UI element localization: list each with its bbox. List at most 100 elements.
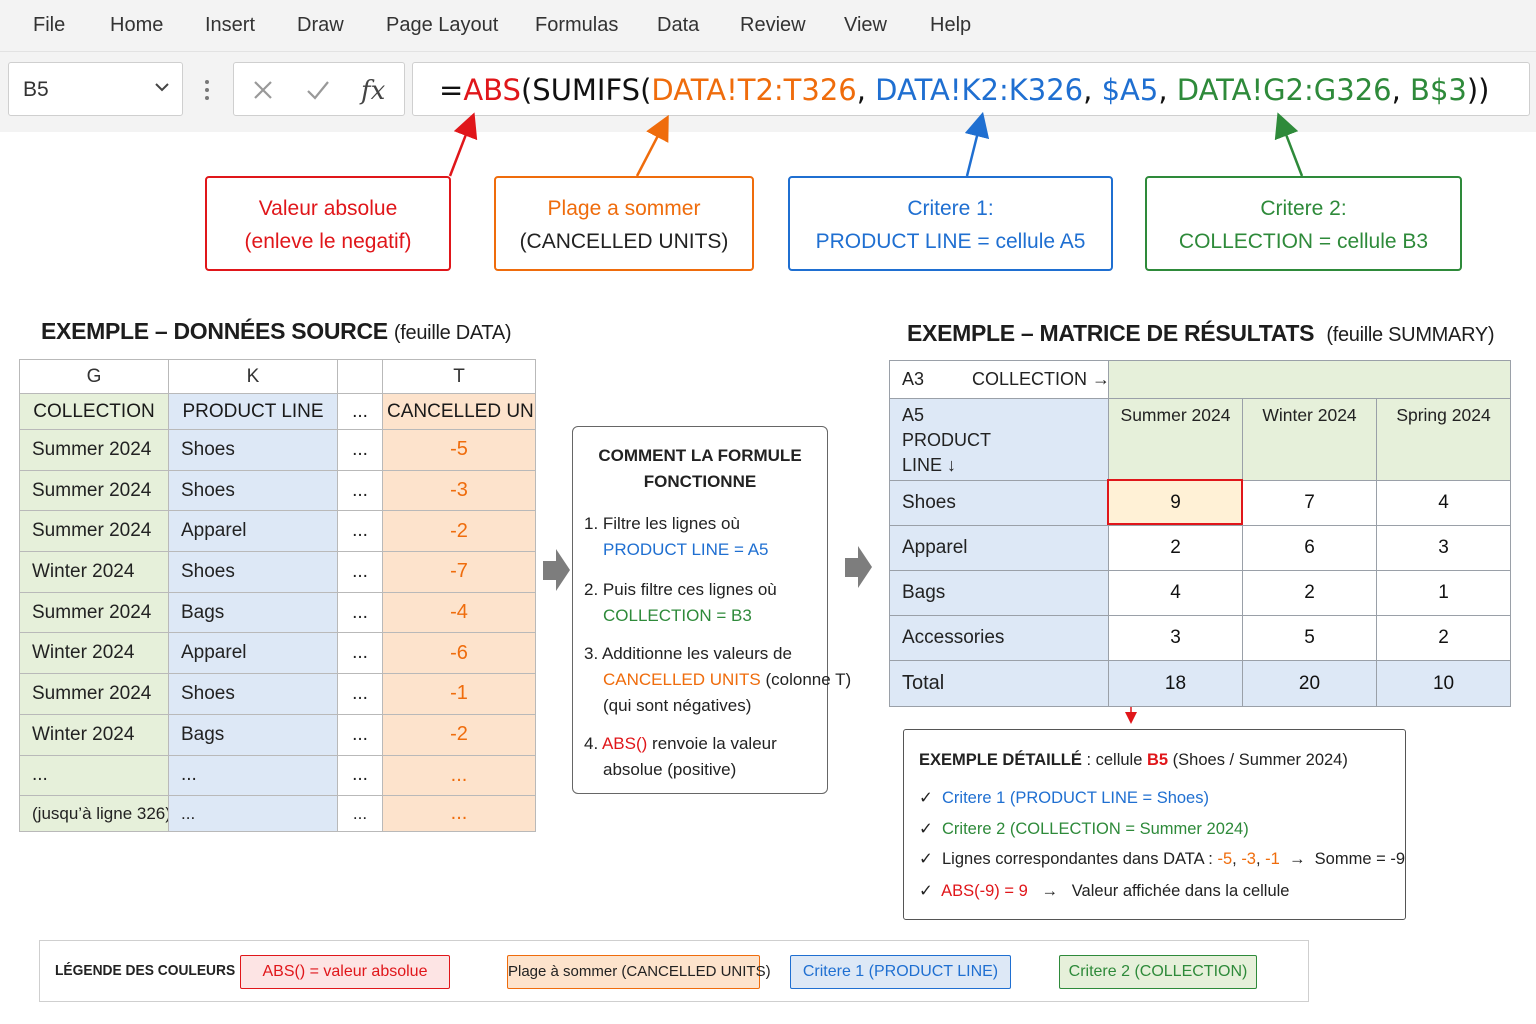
cell-cancelled-units[interactable]: -5 (382, 429, 536, 471)
cell-ellipsis[interactable]: ... (337, 551, 383, 593)
cell-product-line[interactable]: ... (168, 795, 338, 833)
matrix-cell[interactable]: 4 (1108, 570, 1243, 616)
cell-ellipsis[interactable]: ... (337, 510, 383, 553)
source-title: EXEMPLE – DONNÉES SOURCE (41, 318, 388, 344)
cell-ellipsis[interactable]: ... (337, 429, 383, 471)
matrix-cell[interactable]: 3 (1108, 615, 1243, 661)
legend-abs: ABS() = valeur absolue (240, 955, 450, 989)
header-cancelled-units: CANCELLED UNITS (382, 393, 536, 430)
col-letter-k[interactable]: K (168, 359, 338, 394)
matrix-cell[interactable]: 2 (1375, 615, 1512, 661)
table-row: (jusqu’à ligne 326)......... (19, 795, 536, 833)
cell-product-line[interactable]: Shoes (168, 673, 338, 715)
cell-collection[interactable]: Winter 2024 (19, 551, 169, 593)
cell-product-line[interactable]: Shoes (168, 551, 338, 593)
cell-product-line[interactable]: Apparel (168, 632, 338, 675)
table-row: Winter 2024 Apparel... -6 (19, 632, 536, 675)
cell-collection[interactable]: Winter 2024 (19, 632, 169, 675)
how-step-4: 4. ABS() renvoie la valeur absolue (posi… (584, 731, 824, 783)
callout-abs: Valeur absolue (enleve le negatif) (205, 176, 451, 271)
col-letter-g[interactable]: G (19, 359, 169, 394)
cell-product-line[interactable]: ... (168, 754, 338, 797)
cell-ellipsis[interactable]: ... (337, 632, 383, 675)
cell-product-line[interactable]: Bags (168, 591, 338, 634)
table-row: Winter 2024 Shoes... -7 (19, 551, 536, 593)
row-label[interactable]: Bags (889, 570, 1109, 616)
detail-line-2: ✓ Critere 2 (COLLECTION = Summer 2024) (919, 819, 1249, 839)
cell-ellipsis[interactable]: ... (337, 795, 383, 833)
arrow-right-icon: → (1279, 850, 1315, 868)
matrix-row: Bags 4 2 1 (889, 570, 1512, 616)
how-step-1-text: 1. Filtre les lignes où (584, 514, 740, 533)
cell-cancelled-units[interactable]: -6 (382, 632, 536, 675)
matrix-cell[interactable]: 9 (1108, 480, 1243, 526)
legend-criteria-1: Critere 1 (PRODUCT LINE) (790, 955, 1011, 989)
table-row: Summer 2024 Shoes... -5 (19, 429, 536, 471)
cell-cancelled-units[interactable]: -2 (382, 510, 536, 553)
cell-product-line[interactable]: Bags (168, 713, 338, 756)
total-cell[interactable]: 20 (1242, 660, 1377, 707)
cell-a5[interactable]: A5 PRODUCT LINE ↓ (889, 398, 1109, 481)
cell-a3[interactable]: A3 COLLECTION → (889, 360, 1109, 399)
cell-product-line[interactable]: Shoes (168, 469, 338, 512)
detail-comma: , (1232, 850, 1242, 868)
total-cell[interactable]: 10 (1375, 660, 1512, 707)
cell-cancelled-units[interactable]: -7 (382, 551, 536, 593)
cell-ellipsis[interactable]: ... (337, 469, 383, 512)
total-cell[interactable]: 18 (1108, 660, 1243, 707)
table-row: Summer 2024 Shoes... -3 (19, 469, 536, 512)
col-header-winter-2024[interactable]: Winter 2024 (1242, 398, 1377, 481)
cell-cancelled-units[interactable]: -2 (382, 713, 536, 756)
matrix-section-title: EXEMPLE – MATRICE DE RÉSULTATS (feuille … (907, 320, 1495, 347)
cell-collection[interactable]: (jusqu’à ligne 326) (19, 795, 169, 833)
matrix-row: Accessories 3 5 2 (889, 615, 1512, 661)
cell-collection[interactable]: Summer 2024 (19, 469, 169, 512)
header-ellipsis: ... (337, 393, 383, 430)
matrix-cell[interactable]: 1 (1375, 570, 1512, 616)
matrix-cell[interactable]: 6 (1242, 525, 1377, 571)
cell-cancelled-units[interactable]: -3 (382, 469, 536, 512)
cell-collection[interactable]: Summer 2024 (19, 429, 169, 471)
matrix-cell[interactable]: 5 (1242, 615, 1377, 661)
cell-collection[interactable]: Winter 2024 (19, 713, 169, 756)
detail-title-sep: : cellule (1081, 751, 1147, 769)
cell-a3-ref: A3 (902, 369, 925, 389)
col-header-summer-2024[interactable]: Summer 2024 (1108, 398, 1243, 481)
cell-collection[interactable]: ... (19, 754, 169, 797)
row-label[interactable]: Accessories (889, 615, 1109, 661)
cell-ellipsis[interactable]: ... (337, 713, 383, 756)
detail-comma: , (1255, 850, 1266, 868)
col-letter-t[interactable]: T (382, 359, 536, 394)
callout-abs-desc: (enleve le negatif) (244, 230, 412, 253)
row-label[interactable]: Apparel (889, 525, 1109, 571)
matrix-cell[interactable]: 2 (1242, 570, 1377, 616)
cell-collection[interactable]: Summer 2024 (19, 510, 169, 553)
detail-title-bold: EXEMPLE DÉTAILLÉ (919, 751, 1082, 769)
collection-label: COLLECTION → (972, 369, 1109, 389)
cell-collection[interactable]: Summer 2024 (19, 591, 169, 634)
matrix-cell[interactable]: 3 (1375, 525, 1512, 571)
cell-ellipsis[interactable]: ... (337, 591, 383, 634)
cell-cancelled-units[interactable]: ... (382, 754, 536, 797)
source-section-title: EXEMPLE – DONNÉES SOURCE (feuille DATA) (41, 318, 512, 345)
detail-value-2: -3 (1241, 850, 1256, 868)
col-header-spring-2024[interactable]: Spring 2024 (1375, 398, 1512, 481)
cell-product-line[interactable]: Shoes (168, 429, 338, 471)
cell-collection[interactable]: Summer 2024 (19, 673, 169, 715)
matrix-cell[interactable]: 7 (1242, 480, 1377, 526)
row-label[interactable]: Shoes (889, 480, 1109, 526)
cell-ellipsis[interactable]: ... (337, 754, 383, 797)
cell-cancelled-units[interactable]: ... (382, 795, 536, 833)
matrix-subtitle: (feuille SUMMARY) (1326, 324, 1495, 346)
how-step-4-text: renvoie la valeur (647, 734, 777, 753)
cell-product-line[interactable]: Apparel (168, 510, 338, 553)
cell-cancelled-units[interactable]: -1 (382, 673, 536, 715)
table-row: ............ (19, 754, 536, 797)
cell-ellipsis[interactable]: ... (337, 673, 383, 715)
check-icon: ✓ (919, 882, 933, 900)
arrow-abs (448, 112, 478, 177)
matrix-cell[interactable]: 2 (1108, 525, 1243, 571)
cell-cancelled-units[interactable]: -4 (382, 591, 536, 634)
matrix-cell[interactable]: 4 (1375, 480, 1512, 526)
how-title-line1: COMMENT LA FORMULE (598, 446, 802, 465)
